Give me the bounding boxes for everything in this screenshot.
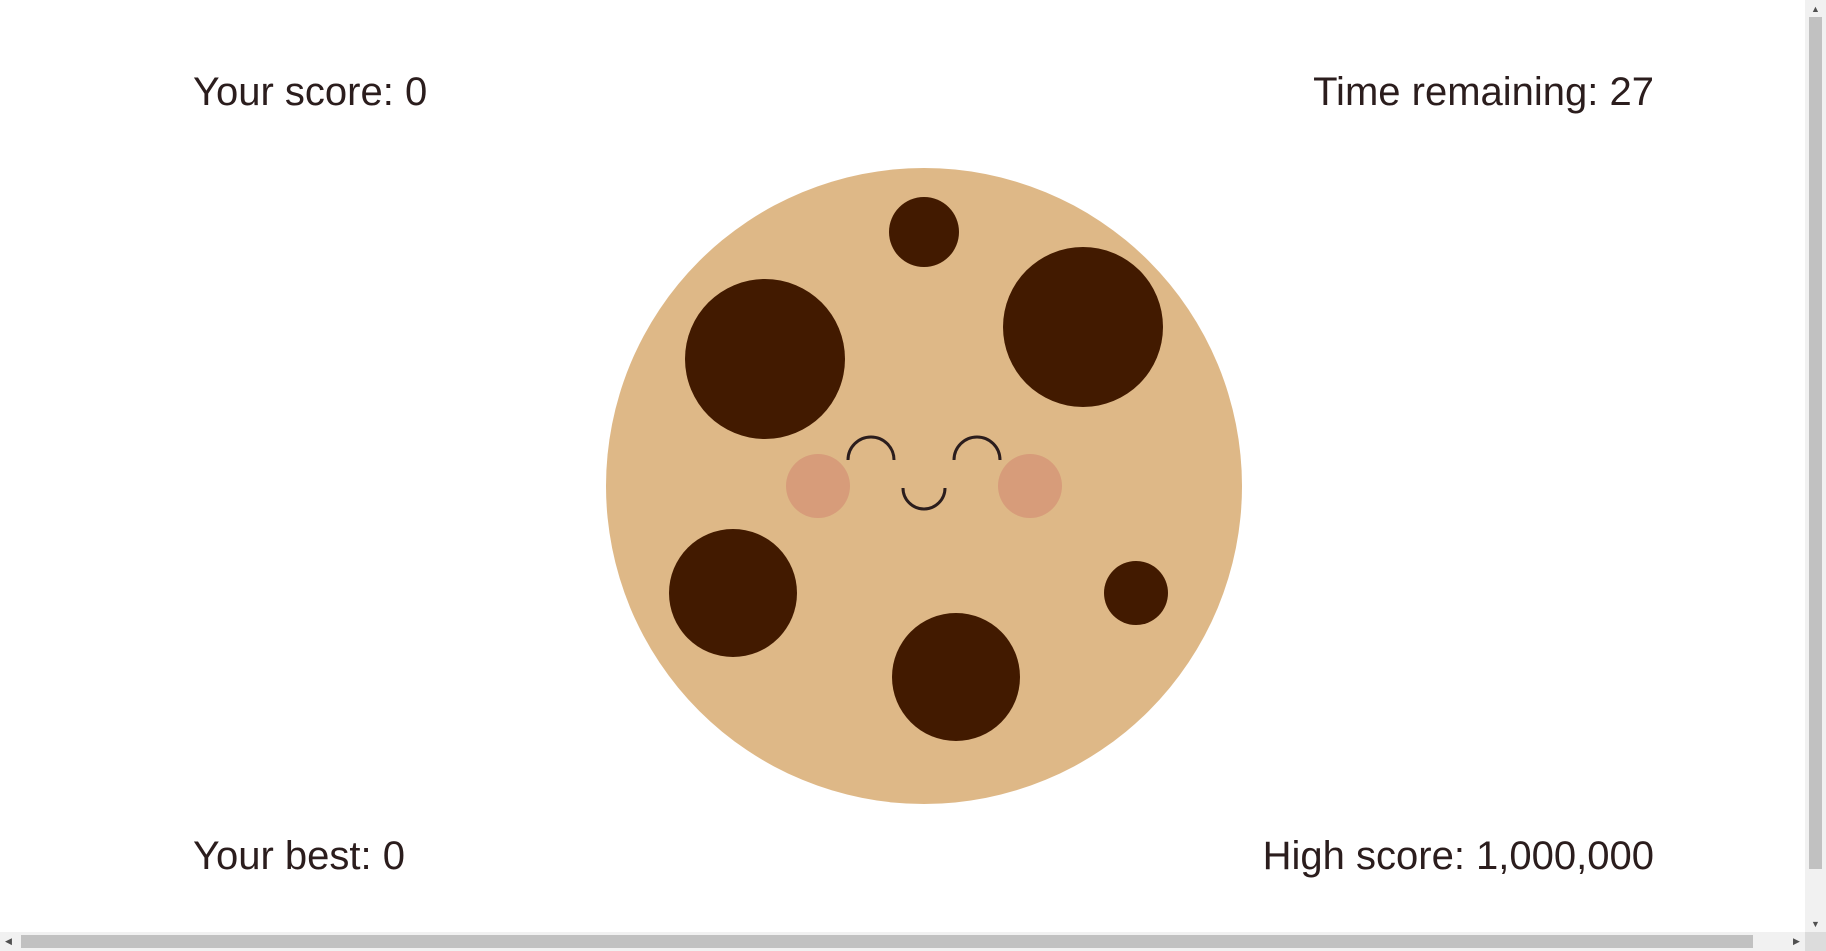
vertical-scrollbar[interactable]: ▲ ▼ [1805, 0, 1826, 932]
scroll-right-arrow-icon[interactable]: ▶ [1788, 932, 1805, 951]
horizontal-scrollbar[interactable]: ◀ ▶ [0, 932, 1805, 951]
scrollbar-corner [1805, 932, 1826, 951]
chocolate-chip [1104, 561, 1168, 625]
right-cheek [998, 454, 1062, 518]
scroll-up-arrow-icon[interactable]: ▲ [1805, 0, 1826, 17]
time-remaining: Time remaining: 27 [1313, 70, 1654, 114]
scroll-down-arrow-icon[interactable]: ▼ [1805, 915, 1826, 932]
scroll-left-arrow-icon[interactable]: ◀ [0, 932, 17, 951]
horizontal-scroll-thumb[interactable] [21, 935, 1753, 948]
chocolate-chip [892, 613, 1020, 741]
personal-best: Your best: 0 [193, 834, 406, 878]
chocolate-chip [1003, 247, 1163, 407]
chocolate-chip [669, 529, 797, 657]
cookie-button[interactable] [606, 168, 1242, 804]
vertical-scroll-thumb[interactable] [1809, 17, 1822, 869]
current-score: Your score: 0 [193, 70, 428, 114]
high-score: High score: 1,000,000 [1262, 834, 1654, 878]
chocolate-chip [685, 279, 845, 439]
game-area: Your score: 0 Time remaining: 27 Your be… [0, 0, 1805, 932]
chocolate-chip [889, 197, 959, 267]
left-cheek [786, 454, 850, 518]
